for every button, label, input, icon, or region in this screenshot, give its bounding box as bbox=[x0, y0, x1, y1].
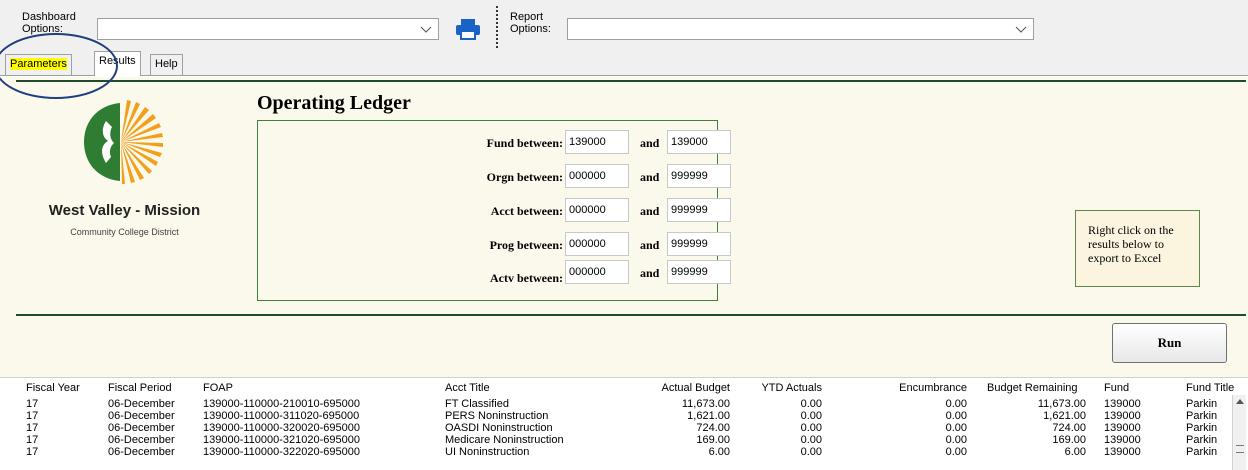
scroll-up-icon[interactable] bbox=[1236, 399, 1244, 404]
college-logo bbox=[84, 100, 163, 184]
col-encumbrance[interactable]: Encumbrance bbox=[870, 381, 967, 395]
top-divider bbox=[16, 80, 1246, 82]
fund-and-label: and bbox=[640, 136, 660, 150]
org-name: West Valley - Mission bbox=[48, 202, 201, 219]
cell-fiscal-year: 17 bbox=[26, 446, 39, 458]
col-fiscal-year[interactable]: Fiscal Year bbox=[26, 381, 80, 395]
col-acct-title[interactable]: Acct Title bbox=[445, 381, 490, 395]
dashboard-options-label: Dashboard Options: bbox=[22, 11, 76, 35]
export-hint-line1: Right click on the bbox=[1088, 223, 1174, 237]
prog-from-input[interactable] bbox=[565, 232, 629, 256]
acct-and-label: and bbox=[640, 204, 660, 218]
fund-to-input[interactable] bbox=[667, 130, 731, 154]
fund-from-input[interactable] bbox=[565, 130, 629, 154]
cell-fiscal-period: 06-December bbox=[108, 446, 175, 458]
vertical-scrollbar[interactable] bbox=[1232, 395, 1246, 470]
col-foap[interactable]: FOAP bbox=[203, 381, 233, 395]
fund-label: Fund between: bbox=[486, 136, 563, 150]
run-button[interactable]: Run bbox=[1112, 323, 1227, 363]
cell-fund-title: Parkin bbox=[1186, 446, 1218, 458]
param-row-acct: Acct between: and bbox=[258, 198, 731, 222]
toolbar-separator bbox=[496, 6, 498, 48]
orgn-label: Orgn between: bbox=[486, 170, 563, 184]
page-title: Operating Ledger bbox=[257, 92, 411, 114]
tab-results-label: Results bbox=[99, 55, 136, 67]
prog-label: Prog between: bbox=[489, 238, 563, 252]
cell-ytd-actuals: 0.00 bbox=[800, 446, 822, 458]
report-options-label: Report Options: bbox=[510, 11, 551, 35]
col-ytd-actuals[interactable]: YTD Actuals bbox=[740, 381, 822, 395]
bottom-divider bbox=[16, 314, 1246, 316]
chevron-down-icon bbox=[1015, 26, 1027, 33]
acct-label: Acct between: bbox=[490, 204, 563, 218]
scroll-grip-icon[interactable] bbox=[1236, 445, 1244, 453]
col-fiscal-period[interactable]: Fiscal Period bbox=[108, 381, 172, 395]
cell-encumbrance: 0.00 bbox=[945, 446, 967, 458]
results-grid[interactable]: Fiscal Year Fiscal Period FOAP Acct Titl… bbox=[0, 377, 1248, 470]
param-row-fund: Fund between: and bbox=[258, 130, 731, 154]
dashboard-label-line2: Options: bbox=[22, 23, 63, 35]
actv-to-input[interactable] bbox=[667, 260, 731, 284]
report-options-select[interactable] bbox=[567, 18, 1034, 40]
param-row-orgn: Orgn between: and bbox=[258, 164, 731, 188]
parameters-panel: West Valley - Mission Community College … bbox=[0, 77, 1248, 322]
col-actual-budget[interactable]: Actual Budget bbox=[630, 381, 731, 395]
dashboard-label-line1: Dashboard bbox=[22, 11, 76, 23]
prog-to-input[interactable] bbox=[667, 232, 731, 256]
param-row-prog: Prog between: and bbox=[258, 232, 731, 256]
table-row[interactable]: 17 06-December 139000-110000-322020-695000… bbox=[0, 445, 1248, 459]
tab-parameters[interactable]: Parameters bbox=[5, 54, 72, 75]
col-fund[interactable]: Fund bbox=[1104, 381, 1129, 395]
prog-and-label: and bbox=[640, 238, 660, 252]
tab-results[interactable]: Results bbox=[94, 51, 141, 76]
report-label-line2: Options: bbox=[510, 23, 551, 35]
export-hint: Right click on the results below to expo… bbox=[1075, 210, 1200, 287]
actv-label: Actv between: bbox=[490, 271, 563, 285]
export-hint-line2: results below to bbox=[1088, 237, 1164, 251]
report-label-line1: Report bbox=[510, 11, 544, 23]
acct-from-input[interactable] bbox=[565, 198, 629, 222]
cell-fund: 139000 bbox=[1104, 446, 1141, 458]
parameter-box: Fund between: and Orgn between: and Acct… bbox=[257, 120, 731, 301]
cell-budget-remaining: 6.00 bbox=[1064, 446, 1086, 458]
cell-actual-budget: 6.00 bbox=[708, 446, 730, 458]
tab-help-label: Help bbox=[155, 58, 178, 70]
tab-parameters-label: Parameters bbox=[10, 58, 67, 70]
col-budget-remaining[interactable]: Budget Remaining bbox=[987, 381, 1078, 395]
toolbar: Dashboard Options: Report Options: bbox=[0, 0, 1248, 50]
cell-acct-title: UI Noninstruction bbox=[445, 446, 530, 458]
acct-to-input[interactable] bbox=[667, 198, 731, 222]
param-row-actv: Actv between: and bbox=[258, 260, 731, 285]
cell-foap: 139000-110000-322020-695000 bbox=[203, 446, 360, 458]
org-subtitle: Community College District bbox=[70, 227, 179, 237]
actv-from-input[interactable] bbox=[565, 260, 629, 284]
printer-icon[interactable] bbox=[455, 18, 481, 40]
export-hint-line3: export to Excel bbox=[1088, 251, 1162, 265]
grid-header: Fiscal Year Fiscal Period FOAP Acct Titl… bbox=[0, 381, 1248, 395]
orgn-and-label: and bbox=[640, 170, 660, 184]
orgn-from-input[interactable] bbox=[565, 164, 629, 188]
tab-strip: Parameters Results Help bbox=[0, 50, 1248, 76]
actv-and-label: and bbox=[640, 266, 660, 280]
col-fund-title[interactable]: Fund Title bbox=[1186, 381, 1246, 395]
sunburst-icon bbox=[121, 100, 163, 184]
tab-help[interactable]: Help bbox=[150, 54, 183, 75]
orgn-to-input[interactable] bbox=[667, 164, 731, 188]
dashboard-options-select[interactable] bbox=[97, 18, 439, 40]
chevron-down-icon bbox=[420, 26, 432, 33]
action-bar: Run bbox=[0, 322, 1248, 377]
leaf-icon bbox=[84, 103, 120, 181]
